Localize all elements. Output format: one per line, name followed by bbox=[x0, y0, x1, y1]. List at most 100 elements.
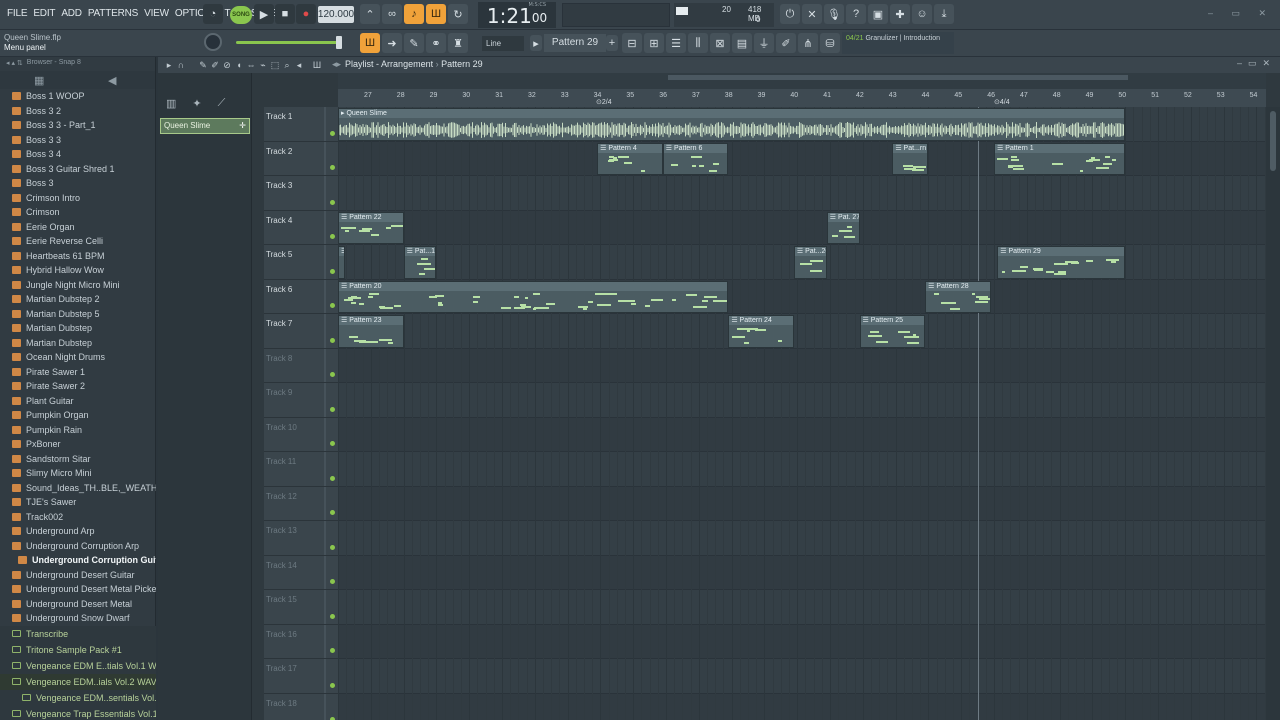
add-pattern-icon[interactable]: + bbox=[606, 35, 618, 51]
browser-folder[interactable]: Vengeance Trap Essentials Vol.1 bbox=[0, 705, 156, 720]
track-mute-led[interactable] bbox=[330, 682, 335, 688]
link-icon[interactable]: ⚭ bbox=[426, 33, 446, 53]
browser-file-item[interactable]: Underground Corruption Guitar bbox=[0, 553, 156, 568]
pattern-clip[interactable]: ☰ Pattern 1 bbox=[994, 142, 1126, 175]
playlist-window-controls[interactable]: –▭✕ bbox=[1237, 58, 1276, 69]
pattern-clip[interactable]: ☰ Pattern 28 bbox=[925, 280, 991, 313]
browser-file-item[interactable]: Jungle Night Micro Mini bbox=[0, 278, 156, 293]
browser-file-item[interactable]: Boss 1 WOOP bbox=[0, 89, 156, 104]
picker-clip-item[interactable]: Queen Slime ✛ bbox=[160, 118, 250, 134]
browser-file-item[interactable]: Pumpkin Rain bbox=[0, 423, 156, 438]
magnet-icon[interactable]: ⋔ bbox=[798, 33, 818, 53]
browser-file-item[interactable]: Boss 3 3 bbox=[0, 133, 156, 148]
pattern-prev-icon[interactable]: ▸ bbox=[530, 35, 542, 51]
tempo-tap-icon[interactable]: ⊠ bbox=[710, 33, 730, 53]
browser-file-item[interactable]: Boss 3 2 bbox=[0, 104, 156, 119]
browser-file-item[interactable]: Pirate Sawer 1 bbox=[0, 365, 156, 380]
song-mode-toggle[interactable]: SONG bbox=[230, 6, 252, 24]
browser-folder[interactable]: Tritone Sample Pack #1 bbox=[0, 641, 156, 658]
browser-file-item[interactable]: Martian Dubstep 5 bbox=[0, 307, 156, 322]
track-header[interactable]: Track 5 bbox=[264, 245, 338, 280]
overview-range[interactable] bbox=[668, 75, 1128, 80]
plug-icon[interactable]: ⏚ bbox=[754, 33, 774, 53]
magnet-snap-icon[interactable]: ∩ bbox=[176, 60, 186, 70]
browser-file-item[interactable]: Boss 3 3 - Part_1 bbox=[0, 118, 156, 133]
browser-file-item[interactable]: Underground Desert Metal bbox=[0, 597, 156, 612]
delete-tool-icon[interactable]: ⊘ bbox=[222, 60, 232, 70]
slip-tool-icon[interactable]: ⇔ bbox=[246, 60, 256, 70]
blend-notes-icon[interactable]: ♪ bbox=[404, 4, 424, 24]
browser-file-item[interactable]: Pirate Sawer 2 bbox=[0, 379, 156, 394]
paint-tool-icon[interactable]: ✐ bbox=[210, 60, 220, 70]
pattern-clip[interactable]: ☰ Pattern 24 bbox=[728, 315, 794, 348]
select-tool-icon[interactable]: ⬚ bbox=[270, 60, 280, 70]
stamp-icon[interactable]: ♜ bbox=[448, 33, 468, 53]
timeline-ruler[interactable]: 27 28 29 30 31 32 33 34 35 36 37 38 39 40 41 42 43 44 45 46… bbox=[338, 89, 1266, 107]
track-header[interactable]: Track 14 bbox=[264, 555, 338, 590]
pattern-selector[interactable]: Pattern 29 bbox=[544, 34, 606, 52]
picker-add-icon[interactable]: ✛ bbox=[239, 119, 246, 133]
chat-icon[interactable]: ☺ bbox=[912, 4, 932, 24]
time-signature-marker[interactable]: ⊙2/4 bbox=[596, 98, 612, 106]
pattern-clip[interactable]: ☰ Pattern 20 bbox=[338, 280, 729, 313]
track-mute-led[interactable] bbox=[330, 372, 335, 377]
track-header[interactable]: Track 13 bbox=[264, 521, 338, 556]
loop-record-icon[interactable]: ↻ bbox=[448, 4, 468, 24]
track-mute-led[interactable] bbox=[330, 648, 335, 653]
master-pitch-knob[interactable] bbox=[204, 33, 222, 51]
track-header[interactable]: Track 4 bbox=[264, 210, 338, 245]
track-mute-led[interactable] bbox=[330, 130, 335, 136]
track-mute-led[interactable] bbox=[330, 234, 335, 239]
playhead-line[interactable] bbox=[977, 107, 979, 720]
pattern-clip[interactable]: ☰ Pattern 23 bbox=[338, 315, 404, 348]
browser-file-item[interactable]: Track002 bbox=[0, 510, 156, 525]
track-header[interactable]: Track 7 bbox=[264, 314, 338, 349]
pencil-icon[interactable]: ✎ bbox=[404, 33, 424, 53]
track-mute-led[interactable] bbox=[330, 613, 335, 619]
mute-tool-icon[interactable]: ◖ bbox=[234, 60, 244, 70]
menu-view[interactable]: VIEW bbox=[141, 8, 172, 19]
snap-selector[interactable]: Line bbox=[482, 36, 524, 51]
pattern-clip[interactable]: ☰ Pattern 6 bbox=[662, 142, 729, 175]
pattern-clip[interactable]: ☰ Pat...19 bbox=[403, 246, 437, 279]
arrow-icon[interactable]: ➜ bbox=[382, 33, 402, 53]
pattern-clip[interactable]: ☰ Pattern 22 bbox=[338, 211, 404, 244]
master-volume-slider[interactable] bbox=[236, 36, 342, 49]
channel-rack-icon[interactable]: ⊟ bbox=[622, 33, 642, 53]
track-mute-led[interactable] bbox=[330, 441, 335, 446]
piano-roll-icon[interactable]: ⊞ bbox=[644, 33, 664, 53]
menu-file[interactable]: FILE bbox=[4, 8, 30, 19]
track-header[interactable]: Track 9 bbox=[264, 383, 338, 418]
timeline-overview[interactable] bbox=[338, 73, 1266, 89]
browser-file-item[interactable]: Boss 3 Guitar Shred 1 bbox=[0, 162, 156, 177]
playback-tool-icon[interactable]: ◂ bbox=[294, 60, 304, 70]
picker-pattern-icon[interactable]: ▥ bbox=[166, 97, 176, 110]
track-header[interactable]: Track 11 bbox=[264, 452, 338, 487]
browser-file-item[interactable]: Slimy Micro Mini bbox=[0, 466, 156, 481]
download-icon[interactable]: ⤓ bbox=[934, 4, 954, 24]
browser-file-item[interactable]: Crimson bbox=[0, 205, 156, 220]
browser-file-item[interactable]: Underground Arp bbox=[0, 524, 156, 539]
browser-file-item[interactable]: Hybrid Hallow Wow bbox=[0, 263, 156, 278]
track-mute-led[interactable] bbox=[330, 579, 335, 584]
slice-tool-icon[interactable]: ⌁ bbox=[258, 60, 268, 70]
browser-file-item[interactable]: Boss 3 bbox=[0, 176, 156, 191]
mixer-faders-icon[interactable]: ⫼ bbox=[688, 33, 708, 53]
metronome-icon[interactable]: ◔ bbox=[203, 4, 223, 24]
wait-input-icon[interactable]: ⌃ bbox=[360, 4, 380, 24]
browser-file-item[interactable]: Martian Dubstep bbox=[0, 321, 156, 336]
browser-file-item[interactable]: Ocean Night Drums bbox=[0, 350, 156, 365]
pattern-clip[interactable]: ☰ Pat...rn 5 bbox=[892, 142, 929, 175]
brush-icon[interactable]: ✐ bbox=[776, 33, 796, 53]
menu-add[interactable]: ADD bbox=[58, 8, 85, 19]
track-header[interactable]: Track 10 bbox=[264, 417, 338, 452]
undo-history-icon[interactable]: ⏻ bbox=[780, 4, 800, 24]
browser-file-item[interactable]: Heartbeats 61 BPM bbox=[0, 249, 156, 264]
news-panel[interactable]: 04/21 Granulizer | Introduction bbox=[842, 32, 954, 54]
picker-automation-icon[interactable]: ⟋ bbox=[218, 97, 226, 110]
track-mute-led[interactable] bbox=[330, 510, 335, 515]
browser-file-item[interactable]: Boss 3 4 bbox=[0, 147, 156, 162]
browser-file-item[interactable]: Sandstorm Sitar bbox=[0, 452, 156, 467]
browser-file-item[interactable]: Underground Snow Dwarf bbox=[0, 611, 156, 626]
track-header[interactable]: Track 17 bbox=[264, 659, 338, 694]
